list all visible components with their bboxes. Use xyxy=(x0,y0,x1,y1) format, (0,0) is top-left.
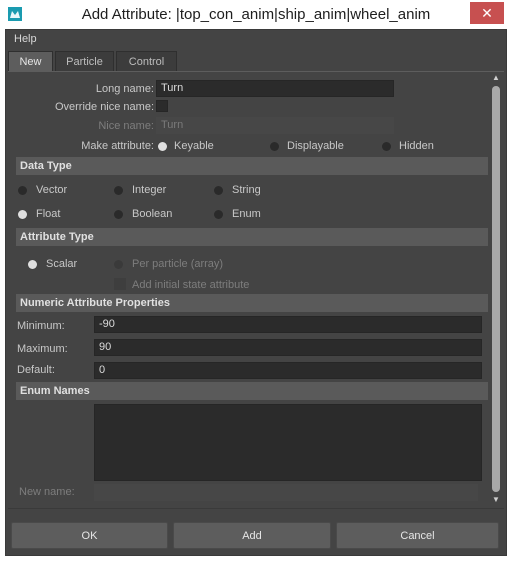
maximum-input[interactable]: 90 xyxy=(94,339,482,356)
enum-radio[interactable] xyxy=(214,210,223,219)
vertical-scrollbar[interactable]: ▲ ▼ xyxy=(489,74,503,504)
nice-name-input[interactable]: Turn xyxy=(156,117,394,134)
float-radio[interactable] xyxy=(18,210,27,219)
boolean-radio[interactable] xyxy=(114,210,123,219)
float-label: Float xyxy=(36,208,61,220)
string-radio[interactable] xyxy=(214,186,223,195)
menu-bar: Help xyxy=(6,30,506,48)
keyable-label: Keyable xyxy=(174,140,214,152)
long-name-label: Long name: xyxy=(95,83,154,95)
initial-state-label: Add initial state attribute xyxy=(132,279,250,291)
window-title: Add Attribute: |top_con_anim|ship_anim|w… xyxy=(81,6,431,23)
initial-state-checkbox[interactable] xyxy=(114,278,126,290)
scroll-thumb[interactable] xyxy=(492,86,500,492)
add-button[interactable]: Add xyxy=(173,522,331,549)
keyable-radio[interactable] xyxy=(158,142,167,151)
tab-bar: New Particle Control xyxy=(8,51,504,71)
default-input[interactable]: 0 xyxy=(94,362,482,379)
default-label: Default: xyxy=(17,364,55,376)
minimum-input[interactable]: -90 xyxy=(94,316,482,333)
data-type-header[interactable]: Data Type xyxy=(16,157,488,175)
enum-label: Enum xyxy=(232,208,261,220)
new-name-input[interactable] xyxy=(94,484,478,501)
minimum-label: Minimum: xyxy=(17,320,65,332)
enum-names-header[interactable]: Enum Names xyxy=(16,382,488,400)
displayable-radio[interactable] xyxy=(270,142,279,151)
ok-button[interactable]: OK xyxy=(11,522,168,549)
vector-radio[interactable] xyxy=(18,186,27,195)
tab-divider xyxy=(8,71,504,72)
close-button[interactable]: ✕ xyxy=(470,2,504,24)
tab-new[interactable]: New xyxy=(8,51,53,71)
cancel-button[interactable]: Cancel xyxy=(336,522,499,549)
title-bar: Add Attribute: |top_con_anim|ship_anim|w… xyxy=(0,0,512,29)
tab-control[interactable]: Control xyxy=(116,51,177,71)
attribute-type-header[interactable]: Attribute Type xyxy=(16,228,488,246)
integer-label: Integer xyxy=(132,184,167,196)
displayable-label: Displayable xyxy=(287,140,344,152)
numeric-properties-header[interactable]: Numeric Attribute Properties xyxy=(16,294,488,312)
vector-label: Vector xyxy=(36,184,68,196)
nice-name-label: Nice name: xyxy=(98,120,154,132)
dialog-body: Help New Particle Control ▲ ▼ Long name:… xyxy=(5,29,507,556)
scalar-radio[interactable] xyxy=(28,260,37,269)
scroll-up-icon[interactable]: ▲ xyxy=(491,74,501,82)
scalar-label: Scalar xyxy=(46,258,78,270)
per-particle-label: Per particle (array) xyxy=(132,258,224,270)
new-name-label: New name: xyxy=(19,486,75,498)
scroll-down-icon[interactable]: ▼ xyxy=(491,496,501,504)
hidden-radio[interactable] xyxy=(382,142,391,151)
menu-help[interactable]: Help xyxy=(14,33,37,45)
long-name-input[interactable]: Turn xyxy=(156,80,394,97)
tab-particle[interactable]: Particle xyxy=(55,51,114,71)
hidden-label: Hidden xyxy=(399,140,434,152)
integer-radio[interactable] xyxy=(114,186,123,195)
make-attribute-label: Make attribute: xyxy=(81,140,154,152)
footer-divider xyxy=(8,508,504,509)
per-particle-radio[interactable] xyxy=(114,260,123,269)
override-nice-name-label: Override nice name: xyxy=(54,101,154,113)
enum-names-list[interactable] xyxy=(94,404,482,481)
boolean-label: Boolean xyxy=(132,208,173,220)
string-label: String xyxy=(232,184,261,196)
maximum-label: Maximum: xyxy=(17,343,68,355)
override-nice-name-checkbox[interactable] xyxy=(156,100,168,112)
